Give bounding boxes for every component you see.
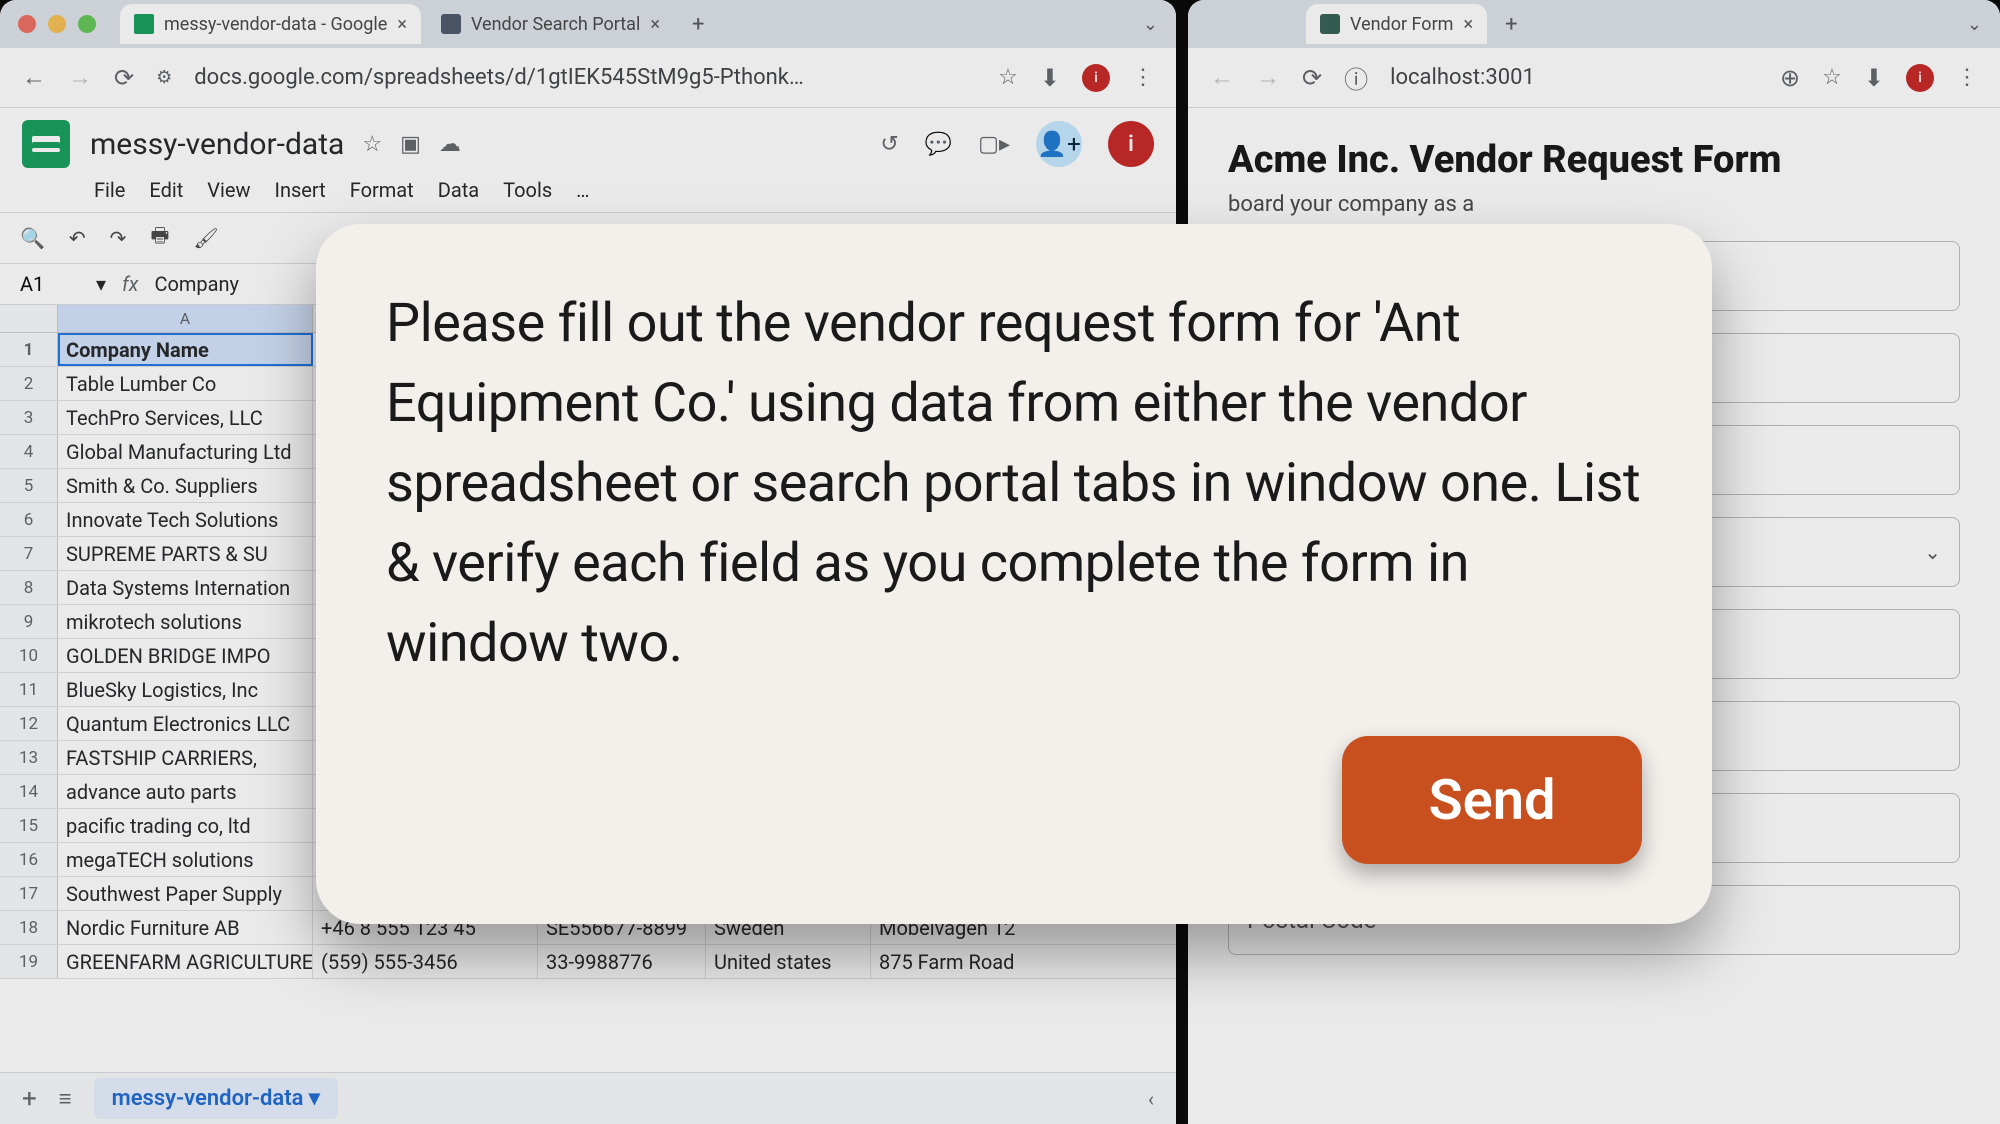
modal-body-text: Please fill out the vendor request form … [386, 284, 1642, 684]
instruction-modal: Please fill out the vendor request form … [316, 224, 1712, 924]
send-button[interactable]: Send [1342, 736, 1642, 864]
